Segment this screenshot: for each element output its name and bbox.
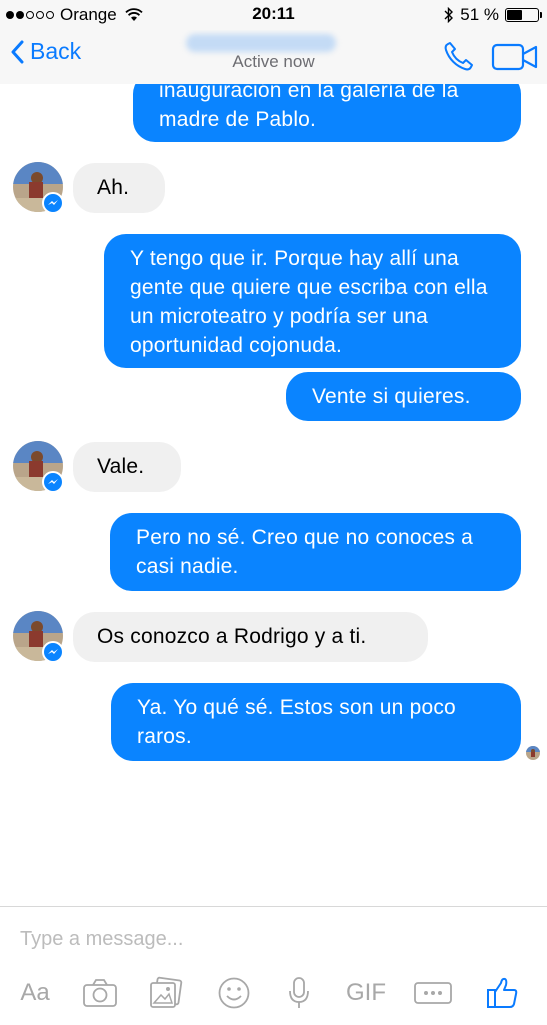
like-icon: [487, 977, 518, 1008]
gif-button[interactable]: GIF: [342, 971, 390, 1015]
message-incoming[interactable]: Ah.: [73, 163, 165, 213]
conversation[interactable]: inauguración en la galería de la madre d…: [0, 0, 547, 906]
message-outgoing[interactable]: Y tengo que ir. Porque hay allí una gent…: [104, 234, 521, 368]
like-button[interactable]: [482, 971, 522, 1015]
message-outgoing[interactable]: Pero no sé. Creo que no conoces a casi n…: [110, 513, 521, 591]
voice-button[interactable]: [282, 971, 316, 1015]
video-camera-icon: [491, 43, 538, 71]
message-text: Vente si quieres.: [312, 385, 471, 408]
gallery-icon: [150, 976, 183, 1008]
text-format-button[interactable]: Aa: [14, 971, 56, 1015]
microphone-icon: [289, 977, 309, 1008]
composer: Aa: [0, 906, 547, 1025]
conversation-header: Back Active now: [0, 30, 547, 84]
message-text: Os conozco a Rodrigo y a ti.: [97, 625, 367, 648]
composer-toolbar: Aa GIF: [0, 971, 547, 1019]
read-receipt-avatar: [526, 746, 540, 760]
bluetooth-icon: [444, 7, 454, 23]
emoji-button[interactable]: [214, 971, 254, 1015]
gif-label: GIF: [346, 979, 386, 1006]
message-text: Ah.: [97, 176, 130, 199]
call-button[interactable]: [441, 40, 477, 74]
emoji-icon: [218, 977, 250, 1009]
message-text: Vale.: [97, 455, 145, 478]
battery-area: 51 %: [444, 5, 542, 25]
contact-name-redacted[interactable]: [186, 34, 336, 52]
messenger-badge-icon: [42, 641, 64, 663]
message-text: Y tengo que ir. Porque hay allí una gent…: [130, 247, 488, 357]
more-button[interactable]: [412, 971, 454, 1015]
battery-percent: 51 %: [460, 5, 499, 24]
message-text: Pero no sé. Creo que no conoces a casi n…: [136, 526, 473, 578]
camera-icon: [83, 979, 117, 1007]
status-bar: Orange 20:11 51 %: [0, 0, 547, 30]
camera-button[interactable]: [80, 971, 120, 1015]
message-incoming[interactable]: Os conozco a Rodrigo y a ti.: [73, 612, 428, 662]
messenger-badge-icon: [42, 192, 64, 214]
more-icon: [414, 982, 452, 1004]
text-format-label: Aa: [20, 979, 50, 1006]
message-outgoing[interactable]: Ya. Yo qué sé. Estos son un poco raros.: [111, 683, 521, 761]
phone-icon: [444, 42, 473, 71]
message-outgoing[interactable]: Vente si quieres.: [286, 372, 521, 421]
video-call-button[interactable]: [491, 42, 539, 72]
gallery-button[interactable]: [146, 971, 186, 1015]
battery-icon: [505, 8, 542, 22]
message-incoming[interactable]: Vale.: [73, 442, 181, 492]
messenger-badge-icon: [42, 471, 64, 493]
message-text: inauguración en la galería de la madre d…: [159, 79, 459, 131]
message-text: Ya. Yo qué sé. Estos son un poco raros.: [137, 696, 456, 748]
message-input[interactable]: [20, 921, 520, 957]
